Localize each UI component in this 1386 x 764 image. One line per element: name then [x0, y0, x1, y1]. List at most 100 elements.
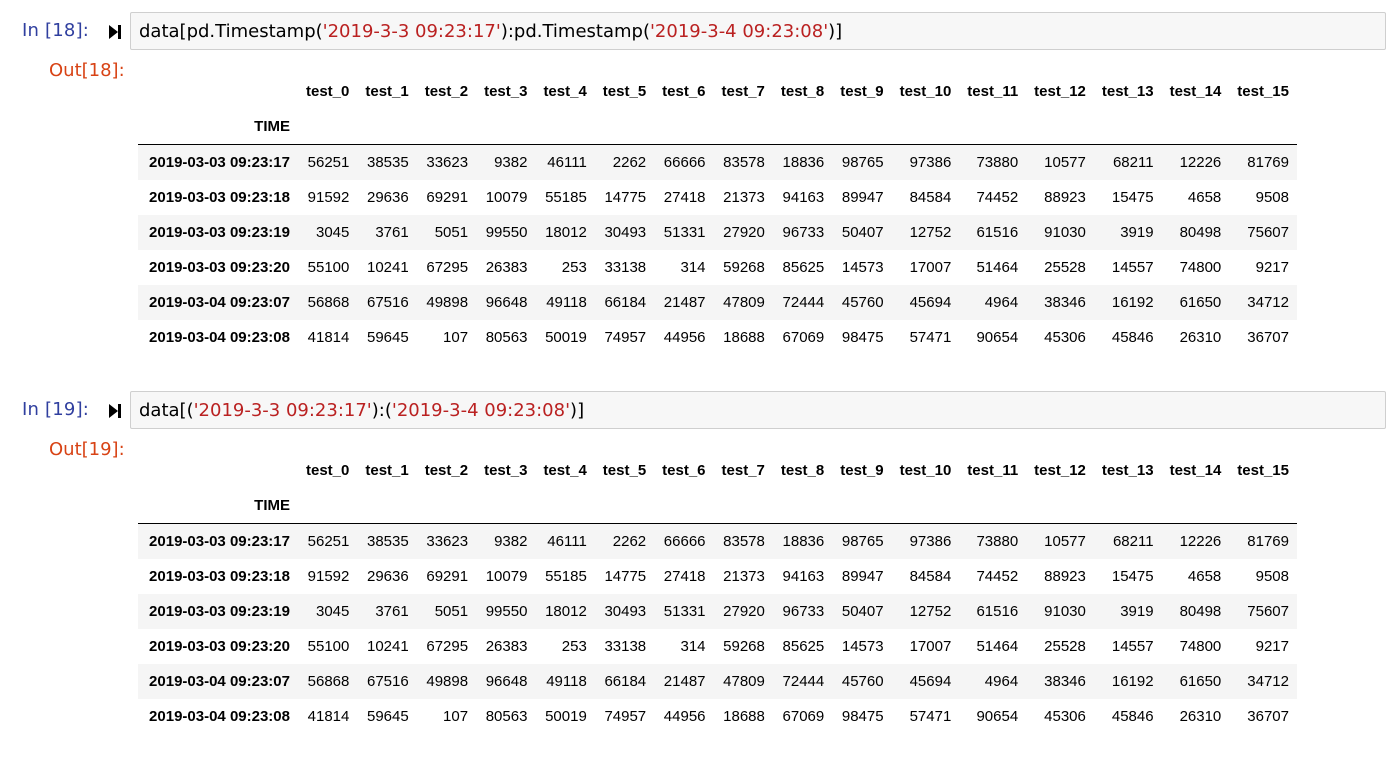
run-cell-icon[interactable] [108, 403, 122, 419]
column-header-row: test_0 test_1 test_2 test_3 test_4 test_5 test… [138, 74, 1297, 109]
table-cell: 4964 [984, 673, 1019, 690]
table-cell: 59268 [723, 638, 765, 655]
column-header: test_0 [306, 83, 350, 100]
table-cell: 90654 [976, 708, 1019, 725]
table-cell: 10577 [1044, 154, 1086, 171]
table-cell: 61650 [1179, 294, 1222, 311]
table-cell: 21487 [663, 673, 706, 690]
column-header: test_12 [1034, 462, 1086, 479]
table-cell: 67516 [367, 294, 409, 311]
table-cell: 33138 [604, 259, 647, 276]
code-editor[interactable]: data[pd.Timestamp('2019-3-3 09:23:17'):p… [130, 12, 1386, 50]
table-cell: 98765 [841, 154, 884, 171]
table-cell: 14775 [604, 189, 647, 206]
blank-header-cell [1093, 488, 1162, 524]
table-cell: 34712 [1247, 294, 1289, 311]
input-area: In [18]: data[pd.Timestamp('2019-3-3 09:2… [0, 12, 1386, 54]
blank-header-cell [1093, 109, 1162, 145]
row-index: 2019-03-04 09:23:08 [149, 708, 290, 725]
blank-header-cell [476, 109, 536, 145]
table-cell: 56868 [307, 673, 350, 690]
row-index: 2019-03-03 09:23:20 [149, 638, 290, 655]
table-cell: 30493 [604, 603, 647, 620]
code-string-token: '2019-3-3 09:23:17' [193, 400, 372, 421]
table-cell: 9508 [1255, 189, 1289, 206]
blank-header-cell [416, 109, 477, 145]
input-prompt: In [18]: [22, 20, 90, 41]
column-header: test_4 [543, 462, 587, 479]
table-cell: 56251 [307, 154, 350, 171]
table-cell: 50407 [841, 224, 884, 241]
table-cell: 10079 [485, 189, 528, 206]
table-cell: 45694 [909, 673, 952, 690]
table-cell: 314 [680, 638, 706, 655]
table-cell: 33138 [604, 638, 647, 655]
table-cell: 12752 [909, 603, 952, 620]
index-name: TIME [138, 488, 298, 524]
table-cell: 96733 [782, 224, 825, 241]
table-cell: 17007 [909, 259, 952, 276]
table-cell: 72444 [782, 673, 825, 690]
blank-header-cell [713, 488, 773, 524]
code-token: data[pd.Timestamp( [139, 21, 323, 42]
blank-header-cell [654, 109, 714, 145]
blank-header-cell [891, 109, 960, 145]
table-cell: 15475 [1111, 568, 1154, 585]
table-row: 2019-03-03 09:23:20 55100 10241 67295 26383 2… [138, 629, 1297, 664]
code-token: )] [570, 400, 585, 421]
row-index: 2019-03-03 09:23:18 [149, 189, 290, 206]
table-cell: 67069 [782, 329, 825, 346]
table-cell: 98475 [841, 708, 884, 725]
column-header: test_2 [424, 462, 469, 479]
row-index: 2019-03-03 09:23:18 [149, 568, 290, 585]
table-cell: 55185 [545, 568, 587, 585]
output-prompt: Out[19]: [49, 439, 125, 460]
table-cell: 45306 [1044, 329, 1086, 346]
blank-header-cell [535, 109, 595, 145]
table-cell: 69291 [426, 568, 469, 585]
table-cell: 10241 [367, 259, 409, 276]
table-cell: 47809 [723, 673, 765, 690]
table-cell: 38346 [1044, 294, 1086, 311]
table-cell: 81769 [1247, 533, 1289, 550]
table-cell: 38535 [367, 533, 409, 550]
table-cell: 10577 [1044, 533, 1086, 550]
table-cell: 314 [680, 259, 706, 276]
table-cell: 26383 [485, 259, 528, 276]
table-cell: 21373 [723, 568, 765, 585]
blank-header-cell [594, 488, 655, 524]
blank-header-cell [1026, 488, 1094, 524]
table-cell: 91592 [307, 189, 350, 206]
table-cell: 3919 [1120, 603, 1154, 620]
row-index: 2019-03-03 09:23:19 [149, 603, 290, 620]
column-header: test_0 [306, 462, 350, 479]
code-token: data[( [139, 400, 194, 421]
run-cell-icon[interactable] [108, 24, 122, 40]
table-cell: 26310 [1179, 329, 1222, 346]
table-cell: 3919 [1120, 224, 1154, 241]
table-row: 2019-03-03 09:23:18 91592 29636 69291 10079 5… [138, 559, 1297, 594]
column-header: test_10 [899, 83, 952, 100]
table-cell: 55100 [307, 259, 350, 276]
table-cell: 99550 [485, 603, 528, 620]
code-string-token: '2019-3-4 09:23:08' [649, 21, 829, 42]
table-cell: 89947 [841, 189, 884, 206]
table-cell: 80498 [1179, 224, 1222, 241]
table-cell: 51464 [976, 638, 1019, 655]
column-header: test_10 [899, 462, 952, 479]
code-editor[interactable]: data[('2019-3-3 09:23:17'):('2019-3-4 09… [130, 391, 1386, 429]
table-cell: 41814 [307, 708, 350, 725]
table-cell: 66184 [604, 294, 647, 311]
table-cell: 74957 [604, 708, 647, 725]
blank-header-cell [832, 488, 892, 524]
notebook-cell: In [18]: data[pd.Timestamp('2019-3-3 09:2… [0, 12, 1386, 385]
column-header: test_1 [365, 83, 409, 100]
code-string-token: '2019-3-4 09:23:08' [391, 400, 571, 421]
table-cell: 18836 [782, 533, 825, 550]
table-cell: 5051 [434, 224, 469, 241]
column-header: test_1 [365, 462, 409, 479]
table-row: 2019-03-03 09:23:18 91592 29636 69291 10079 5… [138, 180, 1297, 215]
table-cell: 30493 [604, 224, 647, 241]
output-prompt: Out[18]: [49, 60, 125, 81]
table-cell: 46111 [547, 533, 587, 550]
